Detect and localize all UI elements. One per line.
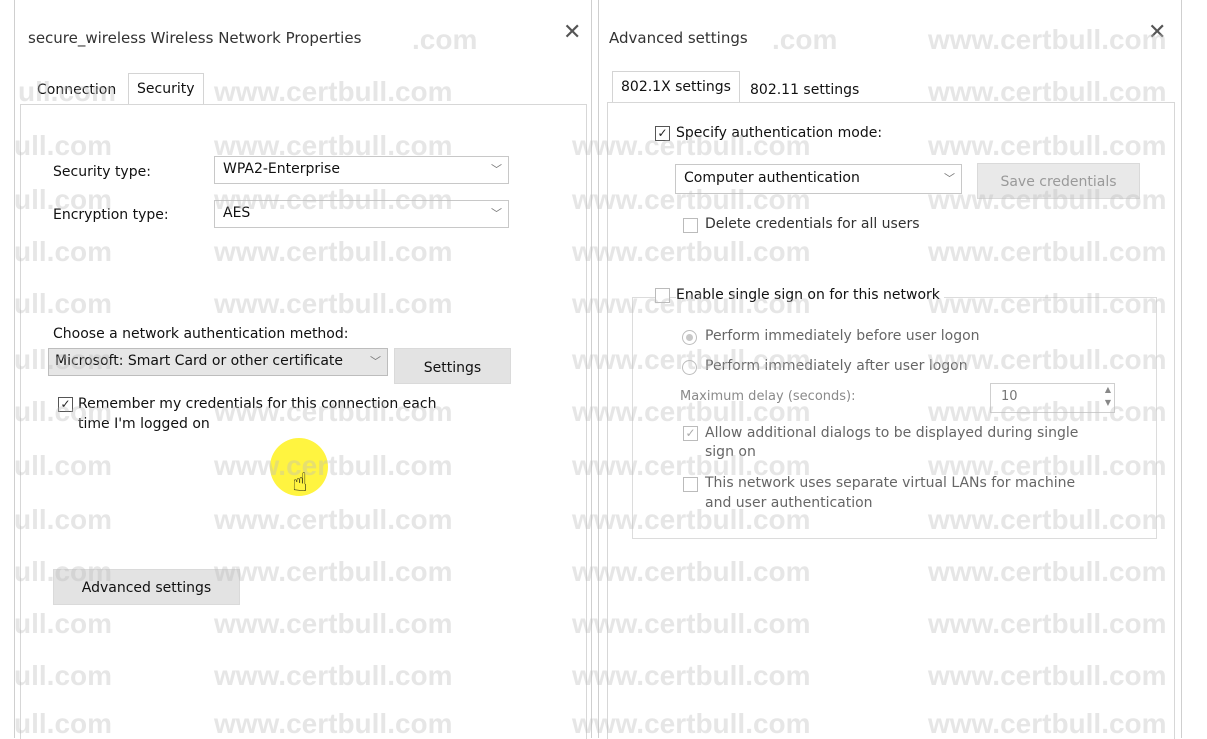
specify-auth-mode-checkbox[interactable]: ✓ (655, 126, 670, 141)
remember-credentials-label-1: Remember my credentials for this connect… (78, 396, 437, 412)
enable-sso-checkbox[interactable] (655, 288, 670, 303)
security-type-value: WPA2-Enterprise (223, 161, 340, 177)
close-icon[interactable]: ✕ (1148, 22, 1166, 44)
perform-after-radio[interactable] (682, 360, 697, 375)
spin-down-icon[interactable]: ▼ (1105, 398, 1111, 407)
window-title: secure_wireless Wireless Network Propert… (28, 29, 362, 47)
allow-dialogs-label-1: Allow additional dialogs to be displayed… (705, 425, 1079, 441)
security-type-select[interactable]: WPA2-Enterprise ﹀ (214, 156, 509, 184)
close-icon[interactable]: ✕ (563, 22, 581, 44)
allow-dialogs-checkbox[interactable]: ✓ (683, 426, 698, 441)
max-delay-spinner[interactable]: 10 ▲ ▼ (990, 383, 1115, 413)
save-credentials-button[interactable]: Save credentials (977, 163, 1140, 199)
enable-sso-label: Enable single sign on for this network (676, 287, 944, 303)
tab-8021x-settings[interactable]: 802.1X settings (612, 71, 740, 103)
separate-vlans-label-2: and user authentication (705, 495, 873, 511)
advanced-settings-button[interactable]: Advanced settings (53, 569, 240, 605)
remember-credentials-checkbox[interactable]: ✓ (58, 397, 73, 412)
delete-credentials-label: Delete credentials for all users (705, 216, 920, 232)
advanced-window-title: Advanced settings (609, 29, 748, 47)
remember-credentials-label-2: time I'm logged on (78, 416, 210, 432)
spin-up-icon[interactable]: ▲ (1105, 385, 1111, 394)
max-delay-value: 10 (1001, 389, 1018, 404)
auth-method-select[interactable]: Microsoft: Smart Card or other certifica… (48, 348, 388, 376)
encryption-type-select[interactable]: AES ﹀ (214, 200, 509, 228)
auth-method-value: Microsoft: Smart Card or other certifica… (55, 353, 344, 369)
auth-mode-value: Computer authentication (684, 170, 860, 186)
chevron-down-icon: ﹀ (944, 172, 955, 185)
encryption-type-value: AES (223, 205, 251, 221)
separate-vlans-label-1: This network uses separate virtual LANs … (705, 475, 1076, 491)
tab-security[interactable]: Security (128, 73, 204, 105)
auth-mode-select[interactable]: Computer authentication ﹀ (675, 164, 962, 194)
chevron-down-icon: ﹀ (491, 207, 502, 220)
allow-dialogs-label-2: sign on (705, 444, 756, 460)
encryption-type-label: Encryption type: (53, 207, 169, 223)
max-delay-label: Maximum delay (seconds): (680, 389, 856, 404)
chevron-down-icon: ﹀ (491, 163, 502, 176)
separate-vlans-checkbox[interactable] (683, 477, 698, 492)
settings-button[interactable]: Settings (394, 348, 511, 384)
delete-credentials-checkbox[interactable] (683, 218, 698, 233)
perform-after-label: Perform immediately after user logon (705, 358, 968, 374)
perform-before-label: Perform immediately before user logon (705, 328, 980, 344)
tab-80211-settings[interactable]: 802.11 settings (742, 75, 868, 105)
security-type-label: Security type: (53, 164, 151, 180)
chevron-down-icon: ﹀ (370, 355, 381, 368)
perform-before-radio[interactable] (682, 330, 697, 345)
auth-method-label: Choose a network authentication method: (53, 326, 349, 342)
tab-connection[interactable]: Connection (29, 75, 125, 105)
specify-auth-mode-label: Specify authentication mode: (676, 125, 883, 141)
hand-pointer-icon: ☝ (292, 468, 308, 498)
